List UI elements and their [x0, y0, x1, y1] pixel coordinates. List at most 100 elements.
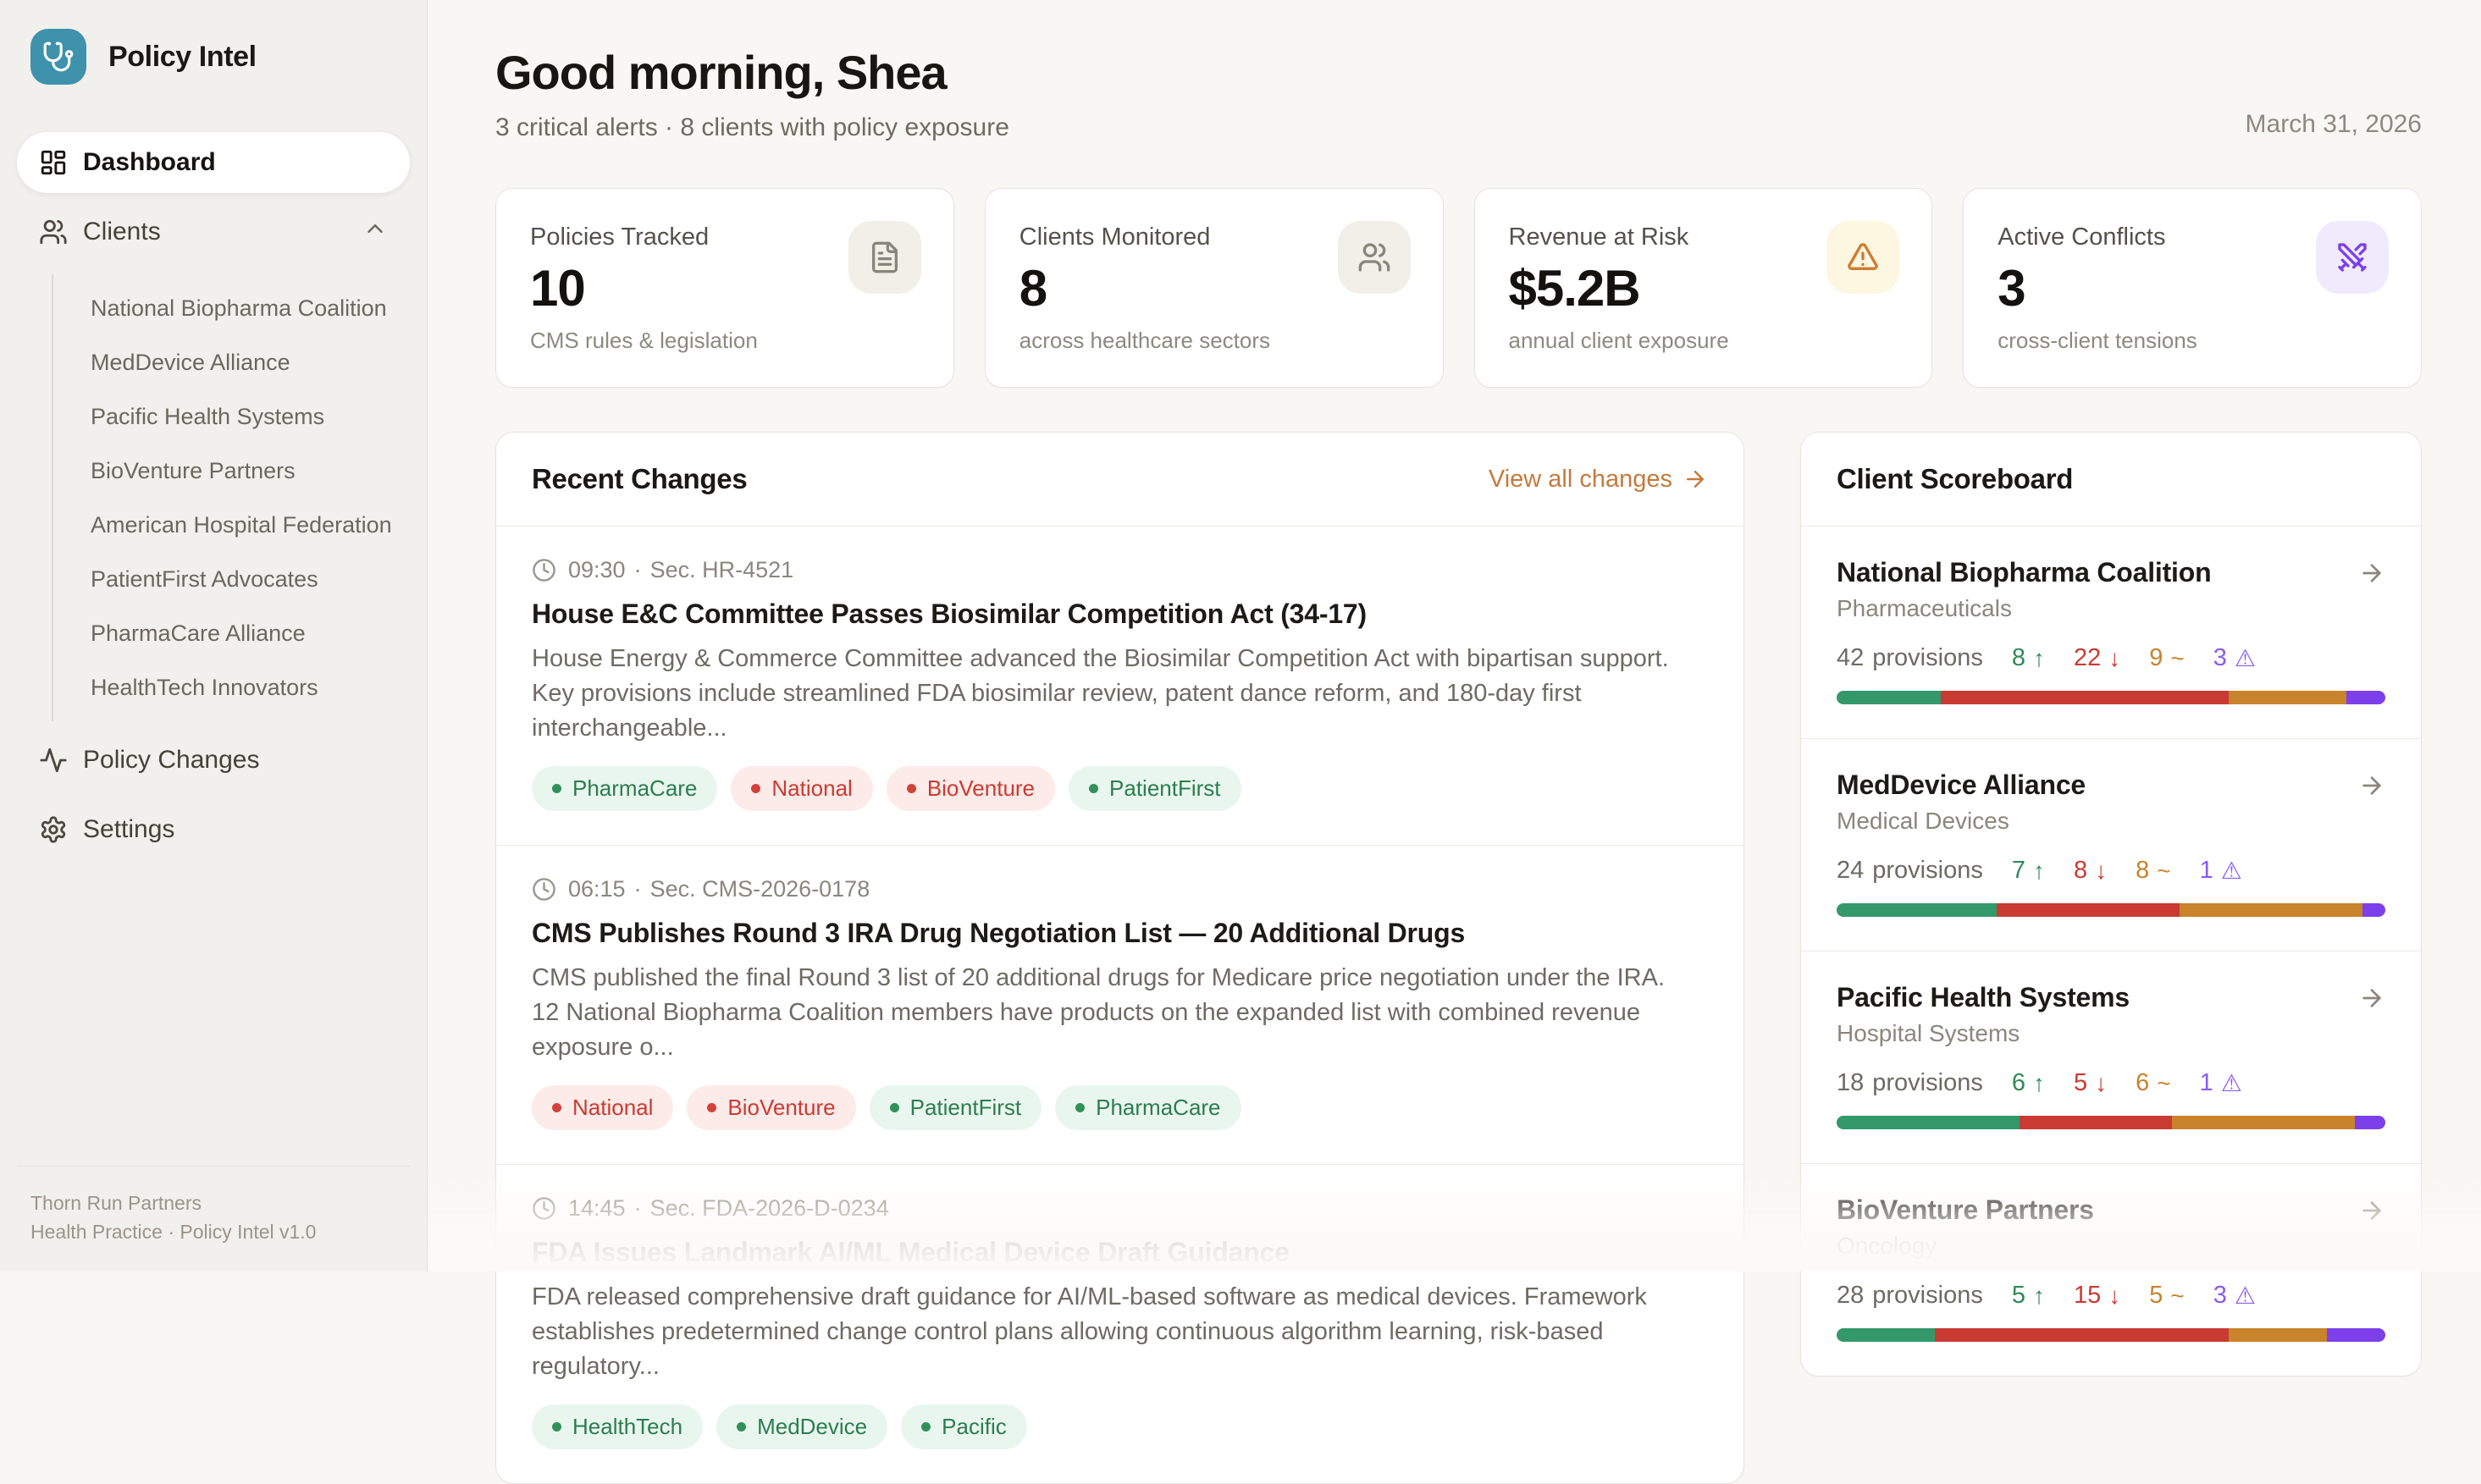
- tag-dot: [737, 1422, 746, 1432]
- scoreboard-row[interactable]: BioVenture Partners Oncology 28 provisio…: [1801, 1164, 2421, 1376]
- sidebar-client-item[interactable]: BioVenture Partners: [91, 444, 410, 498]
- sidebar-client-item[interactable]: PharmaCare Alliance: [91, 606, 410, 660]
- footer-version: Health Practice · Policy Intel v1.0: [30, 1217, 410, 1246]
- change-ref: Sec. HR-4521: [650, 557, 794, 583]
- sidebar-client-item[interactable]: PatientFirst Advocates: [91, 552, 410, 606]
- sidebar-client-list: National Biopharma CoalitionMedDevice Al…: [52, 274, 410, 721]
- panel-title: Client Scoreboard: [1837, 463, 2073, 495]
- tilde-icon: ~: [2157, 1070, 2170, 1097]
- bar-segment-down: [1935, 1328, 2229, 1342]
- stat-subtitle: CMS rules & legislation: [530, 328, 920, 353]
- sidebar-item-clients[interactable]: Clients: [17, 201, 410, 262]
- scoreboard-row[interactable]: National Biopharma Coalition Pharmaceuti…: [1801, 527, 2421, 739]
- conflict-count: 1⚠: [2200, 1069, 2242, 1097]
- meta-separator: ·: [634, 557, 642, 583]
- arrow-up-icon: ↑: [2033, 645, 2045, 672]
- change-title: FDA Issues Landmark AI/ML Medical Device…: [532, 1237, 1708, 1268]
- tag-dot: [751, 784, 760, 793]
- sidebar-client-item[interactable]: MedDevice Alliance: [91, 335, 410, 389]
- tag-label: BioVenture: [727, 1095, 835, 1121]
- arrow-down-icon: ↓: [2108, 1283, 2120, 1310]
- clock-icon: [532, 558, 556, 582]
- client-tag: National: [731, 766, 872, 811]
- conflict-count: 3⚠: [2213, 1282, 2256, 1310]
- activity-icon: [39, 746, 68, 775]
- provision-stats: 28 provisions 5↑ 15↓ 5~ 3⚠: [1837, 1282, 2385, 1310]
- sidebar-item-dashboard[interactable]: Dashboard: [17, 132, 410, 193]
- change-item[interactable]: 06:15 · Sec. CMS-2026-0178 CMS Publishes…: [496, 846, 1743, 1165]
- client-name: MedDevice Alliance: [1837, 770, 2086, 801]
- bar-segment-up: [1837, 1328, 1935, 1342]
- provisions-label: provisions: [1872, 1282, 1983, 1310]
- favorable-count: 6↑: [2012, 1069, 2045, 1097]
- sidebar-item-policy-changes[interactable]: Policy Changes: [17, 730, 410, 791]
- provisions-label: provisions: [1872, 1069, 1983, 1097]
- favorable-count: 7↑: [2012, 857, 2045, 885]
- provision-breakdown-bar: [1837, 1328, 2385, 1342]
- nav-label: Dashboard: [83, 148, 216, 177]
- recent-changes-header: Recent Changes View all changes: [496, 433, 1743, 527]
- sidebar-item-settings[interactable]: Settings: [17, 799, 410, 860]
- neutral-count: 5~: [2149, 1282, 2185, 1310]
- favorable-count: 5↑: [2012, 1282, 2045, 1310]
- arrow-up-icon: ↑: [2033, 1070, 2045, 1097]
- provisions-count: 28 provisions: [1837, 1282, 1983, 1310]
- neutral-count: 6~: [2136, 1069, 2171, 1097]
- tag-dot: [552, 1103, 561, 1112]
- client-tag-row: HealthTech MedDevice Pacific: [532, 1404, 1708, 1449]
- arrow-up-icon: ↑: [2033, 1283, 2045, 1310]
- unfavorable-count: 8↓: [2074, 857, 2107, 885]
- sidebar-client-item[interactable]: American Hospital Federation: [91, 498, 410, 552]
- client-tag: HealthTech: [532, 1404, 703, 1449]
- alert-summary: 3 critical alerts · 8 clients with polic…: [495, 113, 1009, 142]
- arrow-right-icon: [2358, 560, 2385, 587]
- bar-segment-down: [1997, 903, 2180, 917]
- scoreboard-row[interactable]: MedDevice Alliance Medical Devices 24 pr…: [1801, 739, 2421, 952]
- client-tag-row: National BioVenture PatientFirst PharmaC…: [532, 1085, 1708, 1130]
- client-tag: PatientFirst: [1069, 766, 1241, 811]
- view-all-changes-link[interactable]: View all changes: [1489, 466, 1708, 494]
- favorable-count: 8↑: [2012, 644, 2045, 672]
- provision-breakdown-bar: [1837, 1116, 2385, 1129]
- nav-label: Clients: [83, 218, 161, 246]
- bar-segment-watch: [2229, 1328, 2327, 1342]
- provisions-number: 18: [1837, 1069, 1864, 1097]
- unfavorable-count: 15↓: [2074, 1282, 2120, 1310]
- client-tag: MedDevice: [716, 1404, 887, 1449]
- bar-segment-up: [1837, 1116, 2020, 1129]
- current-date: March 31, 2026: [2246, 110, 2422, 142]
- client-tag: Pacific: [901, 1404, 1027, 1449]
- nav-label: Policy Changes: [83, 746, 259, 775]
- change-item[interactable]: 14:45 · Sec. FDA-2026-D-0234 FDA Issues …: [496, 1165, 1743, 1483]
- tag-label: HealthTech: [572, 1414, 682, 1440]
- warning-icon: ⚠: [2221, 1069, 2242, 1097]
- app-title: Policy Intel: [108, 41, 257, 74]
- tag-label: BioVenture: [927, 775, 1035, 802]
- page-header: Good morning, Shea 3 critical alerts · 8…: [495, 46, 2422, 142]
- conflict-count: 3⚠: [2213, 644, 2256, 672]
- tilde-icon: ~: [2170, 1283, 2184, 1310]
- stethoscope-icon: [30, 29, 86, 85]
- sidebar-client-item[interactable]: Pacific Health Systems: [91, 389, 410, 444]
- change-time: 09:30: [568, 557, 626, 583]
- warning-icon: ⚠: [2235, 1282, 2256, 1310]
- users-icon: [1338, 221, 1411, 294]
- recent-changes-panel: Recent Changes View all changes 09:30 · …: [495, 432, 1744, 1484]
- client-name: Pacific Health Systems: [1837, 982, 2130, 1013]
- change-list: 09:30 · Sec. HR-4521 House E&C Committee…: [496, 527, 1743, 1483]
- sidebar-nav: Dashboard Clients National Biopharma Coa…: [17, 132, 410, 869]
- sidebar-client-item[interactable]: HealthTech Innovators: [91, 660, 410, 714]
- tag-dot: [552, 784, 561, 793]
- change-item[interactable]: 09:30 · Sec. HR-4521 House E&C Committee…: [496, 527, 1743, 846]
- provision-stats: 42 provisions 8↑ 22↓ 9~ 3⚠: [1837, 644, 2385, 672]
- sidebar-client-item[interactable]: National Biopharma Coalition: [91, 281, 410, 335]
- scoreboard-row[interactable]: Pacific Health Systems Hospital Systems …: [1801, 952, 2421, 1164]
- bar-segment-conflict: [2362, 903, 2385, 917]
- users-icon: [39, 218, 68, 246]
- provisions-label: provisions: [1872, 857, 1983, 885]
- change-description: FDA released comprehensive draft guidanc…: [532, 1280, 1675, 1384]
- tag-dot: [707, 1103, 716, 1112]
- tilde-icon: ~: [2157, 858, 2170, 885]
- client-tag: BioVenture: [887, 766, 1055, 811]
- tag-label: MedDevice: [757, 1414, 867, 1440]
